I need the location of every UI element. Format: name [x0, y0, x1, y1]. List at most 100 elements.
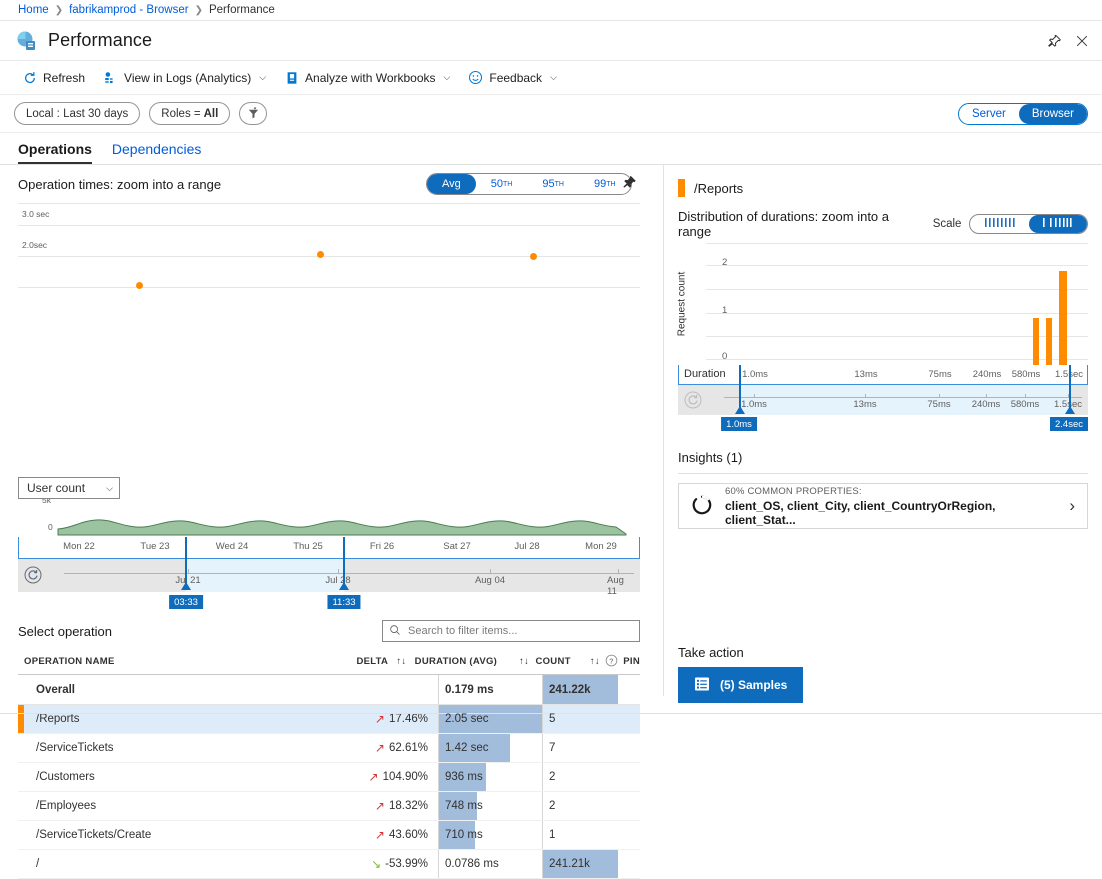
table-row[interactable]: / ↘ -53.99% 0.0786 ms 241.21k — [18, 850, 640, 879]
cell-delta-value: 17.46% — [389, 713, 428, 725]
breadcrumb-separator-icon: ❯ — [55, 5, 63, 16]
time-range-label: Local : Last 30 days — [26, 108, 128, 120]
roles-filter[interactable]: Roles = All — [149, 102, 230, 125]
percentile-95th[interactable]: 95TH — [527, 174, 579, 194]
add-filter-button[interactable] — [239, 102, 267, 125]
range-handle-right[interactable] — [343, 537, 345, 589]
duration-handle-right-label: 2.4sec — [1050, 417, 1088, 431]
svg-text:?: ? — [609, 656, 614, 665]
grid-line — [18, 287, 640, 288]
insight-card[interactable]: 60% COMMON PROPERTIES: client_OS, client… — [678, 483, 1088, 529]
duration-range-slider[interactable]: 1.0ms 13ms 75ms 240ms 580ms 1.5sec — [678, 385, 1088, 415]
pin-icon[interactable] — [1040, 27, 1068, 55]
duration-handle-left[interactable] — [739, 365, 741, 413]
operation-color-swatch — [678, 179, 685, 197]
log-bars-icon — [1041, 217, 1075, 231]
duration-handle-right[interactable] — [1069, 365, 1071, 413]
percentile-95th-label: 95 — [542, 178, 554, 190]
analyze-with-workbooks-label: Analyze with Workbooks — [305, 71, 436, 85]
cell-duration: 1.42 sec — [438, 734, 542, 762]
header-count[interactable]: COUNT — [535, 656, 584, 667]
header-duration[interactable]: DURATION (AVG) — [415, 656, 513, 667]
list-icon — [694, 676, 710, 695]
duration-histogram[interactable]: Request count 2 1 0 — [678, 243, 1088, 365]
grid-line — [706, 265, 1088, 266]
smiley-icon — [468, 70, 483, 85]
tab-operations[interactable]: Operations — [18, 141, 92, 164]
cell-operation-name: /Customers — [18, 771, 318, 783]
breadcrumb-home[interactable]: Home — [18, 4, 49, 16]
cell-count: 2 — [542, 763, 618, 791]
percentile-avg[interactable]: Avg — [427, 174, 476, 194]
cell-delta-value: 104.90% — [383, 771, 428, 783]
chevron-right-icon[interactable]: › — [1069, 496, 1075, 516]
view-in-logs-button[interactable]: View in Logs (Analytics) ⌵ — [95, 64, 274, 92]
trend-up-icon: ↗ — [375, 712, 385, 726]
duration-handle-left-label: 1.0ms — [721, 417, 757, 431]
time-tick: Thu 25 — [293, 541, 323, 552]
analyze-with-workbooks-button[interactable]: Analyze with Workbooks ⌵ — [276, 64, 458, 92]
scope-toggle-browser[interactable]: Browser — [1019, 104, 1087, 124]
scatter-point[interactable] — [530, 253, 537, 260]
table-row[interactable]: /Reports ↗ 17.46% 2.05 sec 5 — [18, 705, 640, 734]
cell-delta: ↗ 18.32% — [318, 799, 438, 813]
command-bar: Refresh View in Logs (Analytics) ⌵ — [0, 61, 1102, 95]
selected-operation: /Reports — [678, 179, 743, 197]
histogram-ytick-2: 2 — [722, 257, 727, 268]
table-row[interactable]: /ServiceTickets/Create ↗ 43.60% 710 ms 1 — [18, 821, 640, 850]
metric-select[interactable]: User count ⌵ — [18, 477, 120, 499]
histogram-bar[interactable] — [1046, 318, 1052, 365]
close-icon[interactable] — [1068, 27, 1096, 55]
range-selection[interactable] — [186, 559, 344, 592]
refresh-label: Refresh — [43, 71, 85, 85]
histogram-ytick-1: 1 — [722, 305, 727, 316]
time-tick: Tue 23 — [140, 541, 169, 552]
refresh-button[interactable]: Refresh — [14, 64, 93, 92]
reset-icon[interactable] — [24, 566, 42, 587]
search-input[interactable] — [406, 624, 633, 638]
cell-delta: ↗ 62.61% — [318, 741, 438, 755]
header-delta[interactable]: DELTA — [301, 656, 388, 667]
pin-chart-icon[interactable] — [622, 175, 637, 193]
histogram-bar[interactable] — [1059, 271, 1067, 365]
scope-toggle-server[interactable]: Server — [959, 104, 1019, 124]
search-box[interactable] — [382, 620, 640, 642]
samples-button[interactable]: (5) Samples — [678, 667, 803, 703]
roles-value: All — [204, 108, 219, 120]
percentile-50th[interactable]: 50TH — [476, 174, 528, 194]
cell-duration-value: 710 ms — [439, 829, 483, 841]
table-row[interactable]: /ServiceTickets ↗ 62.61% 1.42 sec 7 — [18, 734, 640, 763]
right-panel: /Reports Distribution of durations: zoom… — [664, 165, 1102, 696]
help-icon[interactable]: ? — [605, 654, 618, 670]
cell-operation-name: /Employees — [18, 800, 318, 812]
range-handle-left-label: 03:33 — [169, 595, 203, 609]
sort-duration-icon[interactable]: ↑↓ — [513, 656, 536, 667]
grid-line — [706, 289, 1088, 290]
sort-count-icon[interactable]: ↑↓ — [585, 656, 606, 667]
time-range-slider[interactable]: Jul 21 Jul 28 Aug 04 Aug 11 — [18, 559, 640, 592]
user-count-area-chart[interactable]: 5k 0 — [18, 495, 640, 537]
view-in-logs-label: View in Logs (Analytics) — [124, 71, 251, 85]
cell-delta-value: 62.61% — [389, 742, 428, 754]
feedback-button[interactable]: Feedback ⌵ — [460, 64, 565, 92]
cell-count: 1 — [542, 821, 618, 849]
header-operation-name[interactable]: OPERATION NAME — [18, 656, 301, 667]
table-row[interactable]: /Employees ↗ 18.32% 748 ms 2 — [18, 792, 640, 821]
scale-log-button[interactable] — [1029, 215, 1087, 233]
time-tick: Wed 24 — [216, 541, 249, 552]
time-range-filter[interactable]: Local : Last 30 days — [14, 102, 140, 125]
range-handle-left[interactable] — [185, 537, 187, 589]
scale-linear-button[interactable] — [970, 215, 1028, 233]
tab-dependencies[interactable]: Dependencies — [112, 141, 202, 164]
select-operation-row: Select operation — [18, 617, 640, 645]
histogram-bar[interactable] — [1033, 318, 1039, 365]
area-chart-svg — [18, 495, 640, 537]
scatter-point[interactable] — [136, 282, 143, 289]
breadcrumb-resource[interactable]: fabrikamprod - Browser — [69, 4, 189, 16]
operation-times-scatter-chart[interactable]: 3.0 sec 2.0sec — [18, 203, 640, 290]
reset-icon[interactable] — [684, 391, 702, 412]
table-row[interactable]: /Customers ↗ 104.90% 936 ms 2 — [18, 763, 640, 792]
sort-delta-icon[interactable]: ↑↓ — [388, 656, 414, 667]
table-row[interactable]: Overall 0.179 ms 241.22k — [18, 675, 640, 705]
scatter-point[interactable] — [317, 251, 324, 258]
